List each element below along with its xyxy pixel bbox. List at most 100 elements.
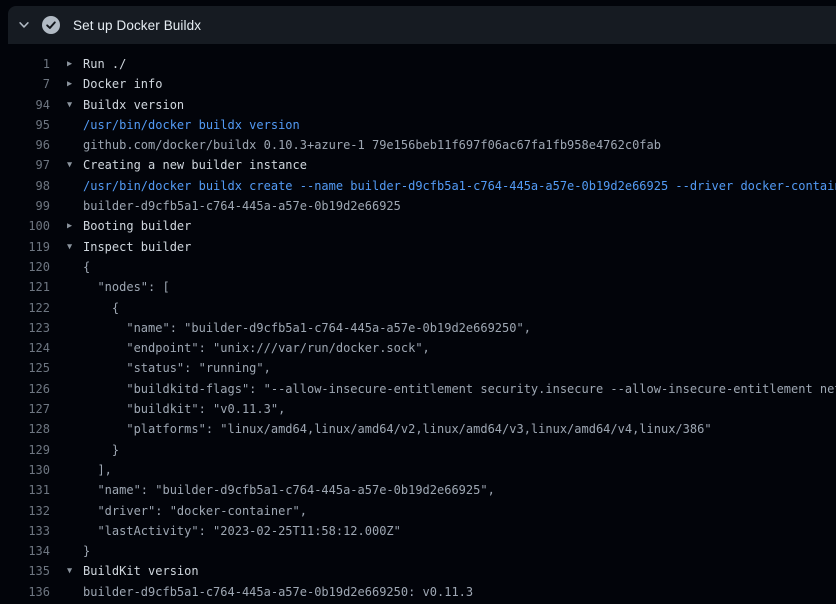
- line-number-link[interactable]: 126: [0, 379, 50, 399]
- line-number-link[interactable]: 1: [0, 54, 50, 74]
- log-line-body: ▶Booting builder: [67, 216, 191, 236]
- log-group-title[interactable]: Run ./: [83, 54, 126, 74]
- triangle-right-icon[interactable]: ▶: [67, 74, 83, 94]
- line-number-link[interactable]: 127: [0, 399, 50, 419]
- log-group-title[interactable]: Creating a new builder instance: [83, 155, 307, 175]
- line-number-link[interactable]: 124: [0, 338, 50, 358]
- log-output-text: {: [83, 257, 90, 277]
- line-number-link[interactable]: 125: [0, 358, 50, 378]
- log-line-body: "driver": "docker-container",: [67, 501, 307, 521]
- line-number-link[interactable]: 134: [0, 541, 50, 561]
- line-number-link[interactable]: 130: [0, 460, 50, 480]
- log-output-text: }: [83, 541, 90, 561]
- log-output-text: "buildkitd-flags": "--allow-insecure-ent…: [83, 379, 836, 399]
- line-number-link[interactable]: 131: [0, 480, 50, 500]
- indent-spacer: [67, 196, 83, 216]
- line-number-link[interactable]: 100: [0, 216, 50, 236]
- triangle-down-icon[interactable]: ▼: [67, 155, 83, 175]
- line-number-link[interactable]: 97: [0, 155, 50, 175]
- indent-spacer: [67, 419, 83, 439]
- indent-spacer: [67, 135, 83, 155]
- triangle-down-icon[interactable]: ▼: [67, 561, 83, 581]
- log-output-text: builder-d9cfb5a1-c764-445a-a57e-0b19d2e6…: [83, 196, 401, 216]
- line-number-link[interactable]: 99: [0, 196, 50, 216]
- indent-spacer: [67, 115, 83, 135]
- log-line: 94 ▼Buildx version: [0, 95, 836, 115]
- log-line-body: }: [67, 541, 90, 561]
- log-line: 125 "status": "running",: [0, 358, 836, 378]
- log-line-body: /usr/bin/docker buildx version: [67, 115, 300, 135]
- line-number-link[interactable]: 123: [0, 318, 50, 338]
- log-command-text: /usr/bin/docker buildx version: [83, 115, 300, 135]
- triangle-down-icon[interactable]: ▼: [67, 237, 83, 257]
- log-line-body: /usr/bin/docker buildx create --name bui…: [67, 176, 836, 196]
- line-number-link[interactable]: 128: [0, 419, 50, 439]
- indent-spacer: [67, 379, 83, 399]
- log-line: 128 "platforms": "linux/amd64,linux/amd6…: [0, 419, 836, 439]
- log-line-body: ▼BuildKit version: [67, 561, 199, 581]
- line-number-link[interactable]: 121: [0, 277, 50, 297]
- log-output-text: "nodes": [: [83, 277, 170, 297]
- log-line: 121 "nodes": [: [0, 277, 836, 297]
- log-line-body: builder-d9cfb5a1-c764-445a-a57e-0b19d2e6…: [67, 196, 401, 216]
- log-output-text: "buildkit": "v0.11.3",: [83, 399, 285, 419]
- triangle-right-icon[interactable]: ▶: [67, 216, 83, 236]
- log-line: 7 ▶Docker info: [0, 74, 836, 94]
- log-group-title[interactable]: Buildx version: [83, 95, 184, 115]
- log-line: 98/usr/bin/docker buildx create --name b…: [0, 176, 836, 196]
- log-line-body: "name": "builder-d9cfb5a1-c764-445a-a57e…: [67, 318, 531, 338]
- line-number-link[interactable]: 120: [0, 257, 50, 277]
- indent-spacer: [67, 501, 83, 521]
- log-line-body: ▶Run ./: [67, 54, 126, 74]
- indent-spacer: [67, 582, 83, 602]
- log-output-text: "name": "builder-d9cfb5a1-c764-445a-a57e…: [83, 480, 495, 500]
- log-group-title[interactable]: Docker info: [83, 74, 162, 94]
- step-header[interactable]: Set up Docker Buildx: [8, 6, 836, 44]
- line-number-link[interactable]: 136: [0, 582, 50, 602]
- indent-spacer: [67, 460, 83, 480]
- line-number-link[interactable]: 96: [0, 135, 50, 155]
- triangle-down-icon[interactable]: ▼: [67, 95, 83, 115]
- step-title: Set up Docker Buildx: [73, 18, 201, 33]
- line-number-link[interactable]: 129: [0, 440, 50, 460]
- chevron-down-icon[interactable]: [16, 17, 32, 33]
- line-number-link[interactable]: 7: [0, 74, 50, 94]
- log-output-text: "status": "running",: [83, 358, 271, 378]
- log-output-text: {: [83, 298, 119, 318]
- log-line-body: "endpoint": "unix:///var/run/docker.sock…: [67, 338, 430, 358]
- log-line-body: builder-d9cfb5a1-c764-445a-a57e-0b19d2e6…: [67, 582, 473, 602]
- indent-spacer: [67, 440, 83, 460]
- line-number-link[interactable]: 133: [0, 521, 50, 541]
- indent-spacer: [67, 358, 83, 378]
- log-line-body: "name": "builder-d9cfb5a1-c764-445a-a57e…: [67, 480, 495, 500]
- line-number-link[interactable]: 119: [0, 237, 50, 257]
- triangle-right-icon[interactable]: ▶: [67, 54, 83, 74]
- log-line-body: "buildkit": "v0.11.3",: [67, 399, 285, 419]
- log-group-title[interactable]: Booting builder: [83, 216, 191, 236]
- log-line-body: }: [67, 440, 119, 460]
- line-number-link[interactable]: 122: [0, 298, 50, 318]
- line-number-link[interactable]: 98: [0, 176, 50, 196]
- log-output-text: "platforms": "linux/amd64,linux/amd64/v2…: [83, 419, 712, 439]
- log-output-text: "driver": "docker-container",: [83, 501, 307, 521]
- log-line: 126 "buildkitd-flags": "--allow-insecure…: [0, 379, 836, 399]
- log-line-body: "nodes": [: [67, 277, 170, 297]
- log-line-body: ],: [67, 460, 112, 480]
- log-line-body: ▶Docker info: [67, 74, 162, 94]
- log-line: 132 "driver": "docker-container",: [0, 501, 836, 521]
- line-number-link[interactable]: 95: [0, 115, 50, 135]
- log-line: 131 "name": "builder-d9cfb5a1-c764-445a-…: [0, 480, 836, 500]
- line-number-link[interactable]: 135: [0, 561, 50, 581]
- indent-spacer: [67, 257, 83, 277]
- log-output-text: "name": "builder-d9cfb5a1-c764-445a-a57e…: [83, 318, 531, 338]
- log-line: 124 "endpoint": "unix:///var/run/docker.…: [0, 338, 836, 358]
- log-output-text: "endpoint": "unix:///var/run/docker.sock…: [83, 338, 430, 358]
- log-group-title[interactable]: BuildKit version: [83, 561, 199, 581]
- log-group-title[interactable]: Inspect builder: [83, 237, 191, 257]
- line-number-link[interactable]: 94: [0, 95, 50, 115]
- indent-spacer: [67, 298, 83, 318]
- indent-spacer: [67, 277, 83, 297]
- log-line-body: "status": "running",: [67, 358, 271, 378]
- line-number-link[interactable]: 132: [0, 501, 50, 521]
- log-line: 99 builder-d9cfb5a1-c764-445a-a57e-0b19d2…: [0, 196, 836, 216]
